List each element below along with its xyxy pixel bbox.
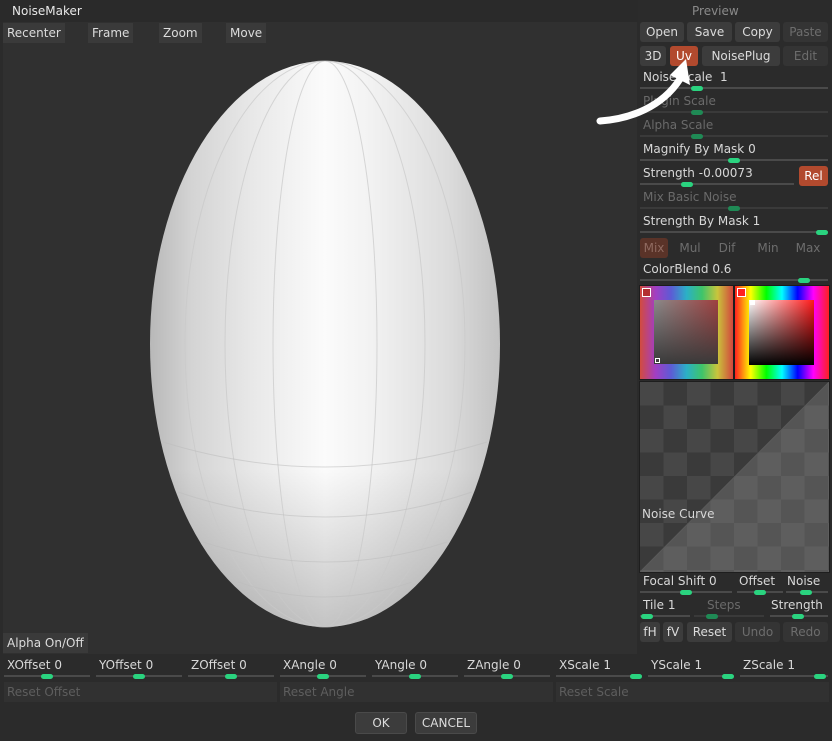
secondary-color-square[interactable] [749,300,814,365]
focal-shift-label: Focal Shift 0 [643,574,717,588]
copy-button[interactable]: Copy [735,22,780,42]
secondary-color-swatch [737,288,746,297]
curve-strength-label: Strength [771,598,823,612]
magnify-by-mask-slider[interactable] [728,158,740,163]
flip-h-button[interactable]: fH [640,622,660,642]
secondary-color-picker[interactable] [734,285,830,380]
preview-label: Preview [692,4,739,18]
primary-color-picker[interactable] [639,285,734,380]
color-blend-slider[interactable] [798,278,811,283]
undo-button[interactable]: Undo [735,622,780,642]
xangle-slider[interactable] [317,674,329,679]
yoffset-label: YOffset 0 [99,658,154,672]
tile-slider[interactable] [641,614,653,619]
zoffset-label: ZOffset 0 [191,658,247,672]
cancel-button[interactable]: CANCEL [415,712,477,734]
flip-v-button[interactable]: fV [663,622,683,642]
frame-button[interactable]: Frame [88,23,134,43]
noise-curve-label: Noise Curve [642,507,715,521]
color-blend-label: ColorBlend 0.6 [643,262,732,276]
xoffset-slider[interactable] [41,674,53,679]
primary-color-square[interactable] [654,300,718,364]
strength-by-mask-track[interactable] [640,231,828,233]
title-bar: NoiseMaker [0,0,638,22]
preview-egg-mesh [150,60,500,628]
curve-reset-button[interactable]: Reset [687,622,732,642]
strength-by-mask-label: Strength By Mask 1 [643,214,761,228]
zscale-label: ZScale 1 [743,658,795,672]
yangle-slider[interactable] [409,674,421,679]
alpha-toggle-button[interactable]: Alpha On/Off [3,633,88,653]
rel-button[interactable]: Rel [799,166,828,186]
xscale-label: XScale 1 [559,658,611,672]
alpha-scale-track[interactable] [640,135,828,137]
tile-label: Tile 1 [643,598,676,612]
noise-slider[interactable] [800,590,812,595]
window-title: NoiseMaker [12,4,82,18]
reset-offset-button[interactable]: Reset Offset [4,682,277,702]
zscale-slider[interactable] [814,674,826,679]
offset-slider[interactable] [754,590,766,595]
zoffset-slider[interactable] [225,674,237,679]
noiseplug-button[interactable]: NoisePlug [702,46,780,66]
zangle-slider[interactable] [501,674,513,679]
open-button[interactable]: Open [640,22,684,42]
recenter-button[interactable]: Recenter [3,23,65,43]
move-button[interactable]: Move [226,23,267,43]
primary-color-cursor[interactable] [655,358,660,363]
xscale-slider[interactable] [630,674,642,679]
edit-button[interactable]: Edit [783,46,828,66]
curve-strength-slider[interactable] [792,614,804,619]
save-button[interactable]: Save [687,22,732,42]
redo-button[interactable]: Redo [783,622,828,642]
strength-track[interactable] [640,183,794,185]
blend-max-button[interactable]: Max [790,238,826,258]
annotation-arrow-icon [596,59,690,125]
noise-curve-line[interactable] [640,382,829,572]
strength-label: Strength -0.00073 [643,166,753,180]
blend-mul-button[interactable]: Mul [672,238,708,258]
primary-color-swatch [642,288,651,297]
steps-track[interactable] [694,615,764,617]
strength-by-mask-slider[interactable] [816,230,828,235]
offset-label: Offset [739,574,776,588]
mix-basic-noise-label: Mix Basic Noise [643,190,737,204]
mix-basic-noise-slider[interactable] [728,206,740,211]
magnify-by-mask-label: Magnify By Mask 0 [643,142,756,156]
blend-min-button[interactable]: Min [750,238,786,258]
zoom-button[interactable]: Zoom [159,23,202,43]
viewport-3d[interactable]: Recenter Frame Zoom Move Alpha On/Off [3,22,637,654]
zangle-label: ZAngle 0 [467,658,521,672]
blend-mix-button[interactable]: Mix [640,238,668,258]
noise-curve-editor[interactable]: Noise Curve [639,381,830,573]
reset-scale-button[interactable]: Reset Scale [556,682,829,702]
reset-angle-button[interactable]: Reset Angle [280,682,553,702]
yscale-slider[interactable] [722,674,734,679]
yscale-label: YScale 1 [651,658,703,672]
secondary-color-cursor[interactable] [750,300,755,305]
steps-label: Steps [707,598,741,612]
strength-slider[interactable] [681,182,694,187]
yoffset-slider[interactable] [133,674,145,679]
yangle-label: YAngle 0 [375,658,428,672]
xangle-label: XAngle 0 [283,658,337,672]
focal-shift-slider[interactable] [680,590,692,595]
ok-button[interactable]: OK [355,712,407,734]
paste-button[interactable]: Paste [783,22,828,42]
noise-label: Noise [787,574,821,588]
xoffset-label: XOffset 0 [7,658,62,672]
steps-slider[interactable] [706,614,718,619]
blend-dif-button[interactable]: Dif [710,238,744,258]
